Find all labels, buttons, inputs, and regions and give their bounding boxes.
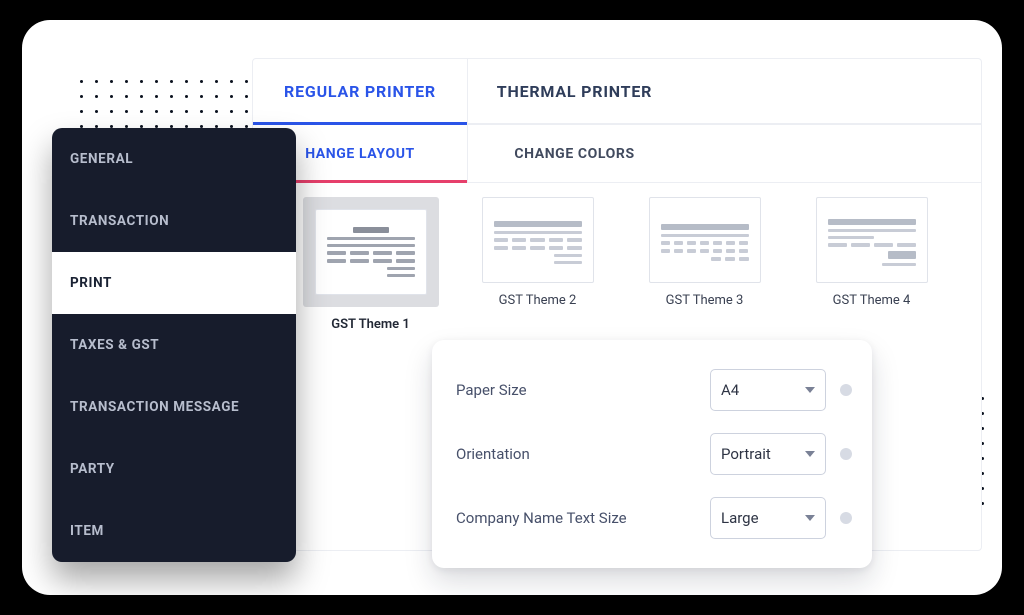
sidebar-item-label: PARTY — [70, 461, 115, 477]
sidebar-item-transaction-message[interactable]: TRANSACTION MESSAGE — [52, 376, 296, 438]
theme-thumbnail-icon — [315, 209, 427, 295]
theme-thumbnail-icon — [482, 197, 594, 283]
setting-paper-size: Paper Size A4 — [456, 358, 852, 422]
sidebar-item-item[interactable]: ITEM — [52, 500, 296, 562]
sidebar-item-label: TAXES & GST — [70, 337, 159, 353]
select-value: A4 — [721, 381, 739, 399]
sidebar-item-transaction[interactable]: TRANSACTION — [52, 190, 296, 252]
setting-label: Company Name Text Size — [456, 509, 710, 527]
sidebar-item-label: TRANSACTION — [70, 213, 169, 229]
theme-option-gst-3[interactable]: GST Theme 3 — [635, 197, 774, 332]
sidebar-item-label: GENERAL — [70, 151, 133, 167]
theme-label: GST Theme 1 — [331, 317, 410, 332]
paper-size-select[interactable]: A4 — [710, 369, 826, 411]
setting-company-name-text-size: Company Name Text Size Large — [456, 486, 852, 550]
chevron-down-icon — [805, 515, 815, 521]
tab-label: REGULAR PRINTER — [284, 82, 436, 101]
setting-label: Paper Size — [456, 381, 710, 399]
tab-label: THERMAL PRINTER — [497, 82, 652, 101]
tab-label: HANGE LAYOUT — [305, 146, 415, 162]
theme-label: GST Theme 4 — [833, 293, 911, 308]
info-icon[interactable] — [840, 384, 852, 396]
chevron-down-icon — [805, 387, 815, 393]
app-frame: REGULAR PRINTER THERMAL PRINTER HANGE LA… — [22, 20, 1002, 595]
printer-type-tabs: REGULAR PRINTER THERMAL PRINTER — [253, 59, 981, 125]
sidebar-item-label: TRANSACTION MESSAGE — [70, 399, 239, 415]
sidebar-item-print[interactable]: PRINT — [52, 252, 296, 314]
company-name-text-size-select[interactable]: Large — [710, 497, 826, 539]
theme-option-gst-1[interactable]: GST Theme 1 — [301, 197, 440, 332]
layout-color-tabs: HANGE LAYOUT CHANGE COLORS — [253, 125, 981, 183]
theme-list: GST Theme 1 GST Theme 2 GST Theme 3 GST … — [253, 183, 981, 340]
orientation-select[interactable]: Portrait — [710, 433, 826, 475]
theme-option-gst-2[interactable]: GST Theme 2 — [468, 197, 607, 332]
tab-regular-printer[interactable]: REGULAR PRINTER — [253, 59, 467, 123]
tab-label: CHANGE COLORS — [514, 146, 634, 162]
theme-option-gst-4[interactable]: GST Theme 4 — [802, 197, 941, 332]
settings-sidebar: GENERAL TRANSACTION PRINT TAXES & GST TR… — [52, 128, 296, 562]
decorative-dots-top-left — [80, 80, 248, 128]
chevron-down-icon — [805, 451, 815, 457]
tab-change-colors[interactable]: CHANGE COLORS — [467, 125, 681, 182]
select-value: Portrait — [721, 445, 771, 463]
setting-label: Orientation — [456, 445, 710, 463]
select-value: Large — [721, 509, 759, 527]
theme-thumbnail-icon — [649, 197, 761, 283]
info-icon[interactable] — [840, 512, 852, 524]
print-options-card: Paper Size A4 Orientation Portrait Compa… — [432, 340, 872, 568]
sidebar-item-party[interactable]: PARTY — [52, 438, 296, 500]
sidebar-item-label: ITEM — [70, 523, 104, 539]
sidebar-item-taxes-gst[interactable]: TAXES & GST — [52, 314, 296, 376]
theme-label: GST Theme 2 — [499, 293, 577, 308]
theme-thumbnail-icon — [816, 197, 928, 283]
setting-orientation: Orientation Portrait — [456, 422, 852, 486]
tab-thermal-printer[interactable]: THERMAL PRINTER — [467, 59, 681, 123]
sidebar-item-label: PRINT — [70, 275, 112, 291]
info-icon[interactable] — [840, 448, 852, 460]
theme-label: GST Theme 3 — [666, 293, 744, 308]
sidebar-item-general[interactable]: GENERAL — [52, 128, 296, 190]
